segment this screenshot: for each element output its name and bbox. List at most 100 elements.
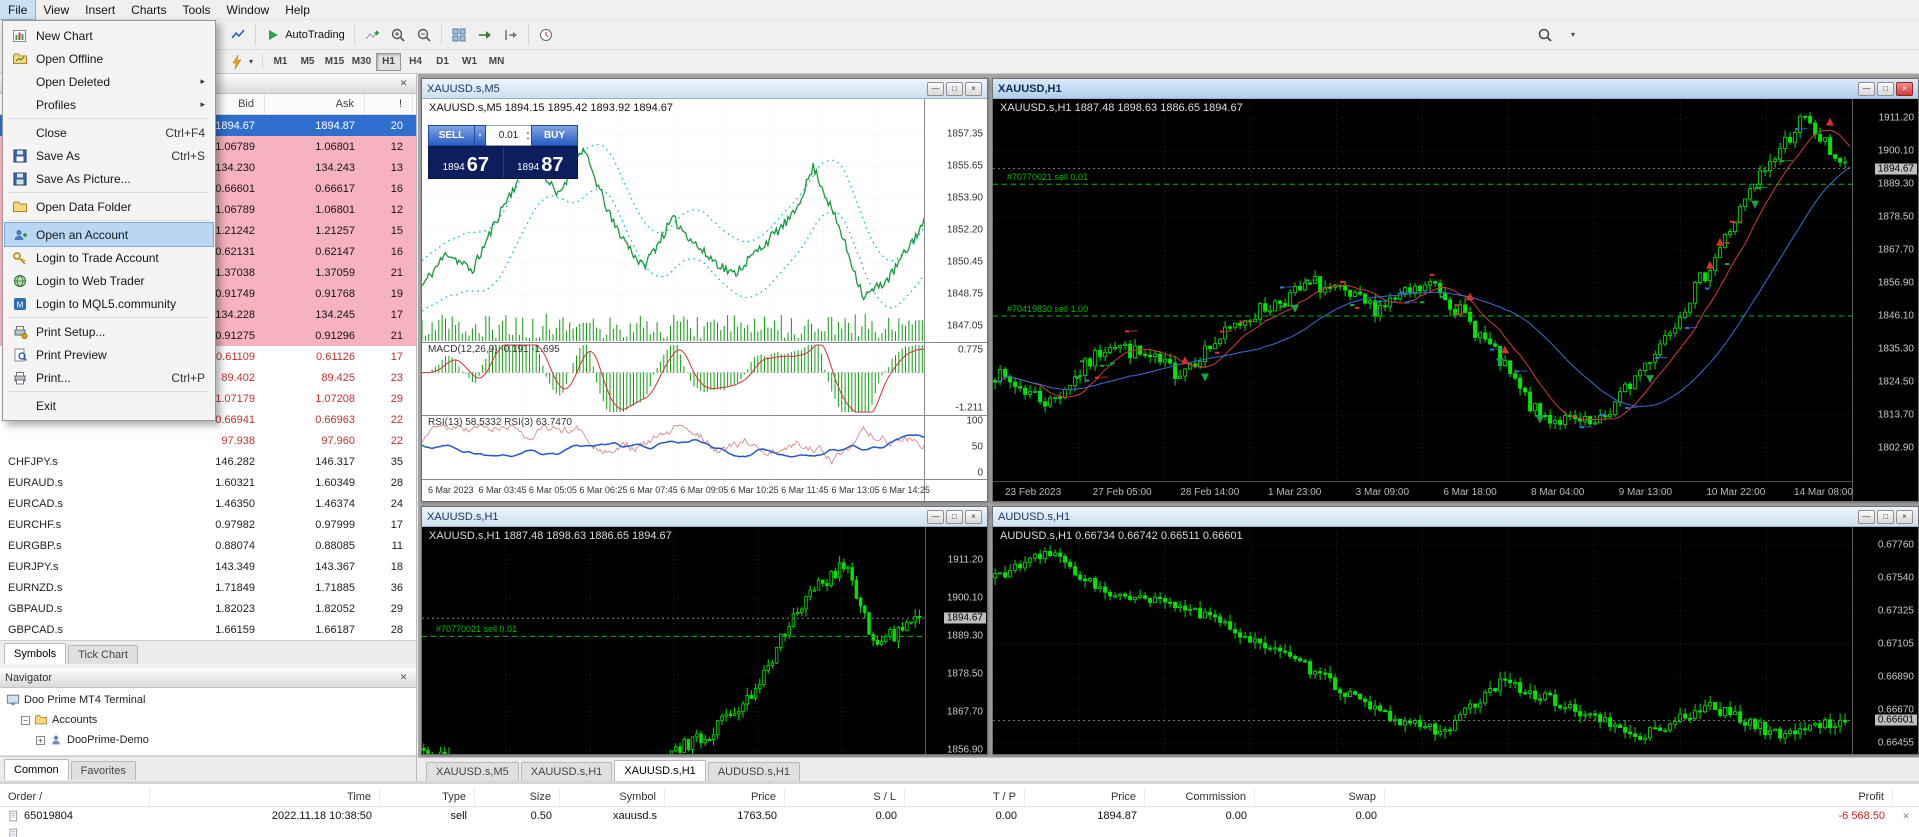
- price-axis[interactable]: 0.677600.675400.673250.671050.668900.666…: [1852, 527, 1918, 754]
- terminal-column-price[interactable]: Price: [1025, 788, 1145, 806]
- autotrading-button[interactable]: AutoTrading: [260, 23, 350, 47]
- nav-item-doo-prime-mt4-terminal[interactable]: Doo Prime MT4 Terminal: [0, 690, 416, 710]
- file-menu-item-profiles[interactable]: Profiles▸: [5, 93, 213, 116]
- timeframe-m15[interactable]: M15: [322, 53, 347, 71]
- chart-titlebar[interactable]: XAUUSD.s,H1—□×: [422, 507, 987, 527]
- nav-item-accounts[interactable]: −Accounts: [0, 710, 416, 730]
- minimize-button[interactable]: —: [927, 510, 944, 524]
- minimize-button[interactable]: —: [927, 82, 944, 96]
- restore-button[interactable]: □: [1877, 510, 1894, 524]
- file-menu-item-open-data-folder[interactable]: Open Data Folder: [5, 195, 213, 218]
- file-menu-item-login-to-trade-account[interactable]: Login to Trade Account: [5, 246, 213, 269]
- pane-separator[interactable]: [422, 415, 987, 416]
- terminal-column-size[interactable]: Size: [475, 788, 560, 806]
- terminal-column-swap[interactable]: Swap: [1255, 788, 1385, 806]
- mw-column-ask[interactable]: Ask: [265, 94, 365, 114]
- price-axis[interactable]: 1911.201900.101889.301878.501867.701856.…: [925, 527, 987, 754]
- close-button[interactable]: ×: [965, 82, 982, 96]
- timeframe-h1[interactable]: H1: [376, 53, 401, 71]
- file-menu-item-print-preview[interactable]: Print Preview: [5, 343, 213, 366]
- navigator-close-icon[interactable]: ✕: [396, 671, 411, 684]
- chart-tab-xauusd-s-h1-2[interactable]: XAUUSD.s,H1: [614, 760, 706, 781]
- terminal-column-profit[interactable]: Profit: [1385, 788, 1893, 806]
- market-watch-row[interactable]: EURJPY.s143.349143.36718: [0, 556, 416, 577]
- file-menu-item-save-as-picture[interactable]: Save As Picture...: [5, 167, 213, 190]
- expand-icon[interactable]: +: [36, 736, 45, 745]
- chart-titlebar[interactable]: AUDUSD.s,H1—□×: [993, 507, 1918, 527]
- timeframe-m5[interactable]: M5: [295, 53, 320, 71]
- market-watch-row[interactable]: 97.93897.96022: [0, 430, 416, 451]
- symbol-quick-button[interactable]: ▾: [224, 50, 258, 74]
- file-menu-item-save-as[interactable]: Save AsCtrl+S: [5, 144, 213, 167]
- market-watch-row[interactable]: EURGBP.s0.880740.8808511: [0, 535, 416, 556]
- market-watch-row[interactable]: GBPCAD.s1.661591.6618728: [0, 619, 416, 640]
- terminal-column-symbol[interactable]: Symbol: [560, 788, 665, 806]
- file-menu-item-print[interactable]: Print...Ctrl+P: [5, 366, 213, 389]
- chart-tab-xauusd-s-h1-1[interactable]: XAUUSD.s,H1: [521, 762, 613, 781]
- menu-help[interactable]: Help: [277, 0, 318, 19]
- price-axis[interactable]: 1857.351855.651853.901852.201850.451848.…: [924, 99, 987, 501]
- menu-insert[interactable]: Insert: [77, 0, 123, 19]
- tab-tick-chart[interactable]: Tick Chart: [68, 645, 138, 664]
- file-menu-item-open-offline[interactable]: Open Offline: [5, 47, 213, 70]
- file-menu-item-print-setup[interactable]: Print Setup...: [5, 320, 213, 343]
- tile-windows-button[interactable]: [446, 23, 472, 47]
- timeframe-m30[interactable]: M30: [349, 53, 374, 71]
- terminal-column-type[interactable]: Type: [380, 788, 475, 806]
- minimize-button[interactable]: —: [1858, 82, 1875, 96]
- restore-button[interactable]: □: [1877, 82, 1894, 96]
- zoom-in-button[interactable]: [385, 23, 411, 47]
- restore-button[interactable]: □: [946, 82, 963, 96]
- sell-options-caret-icon[interactable]: ▾: [475, 125, 486, 146]
- market-watch-row[interactable]: CHFJPY.s146.282146.31735: [0, 451, 416, 472]
- price-axis[interactable]: 1911.201900.101889.301878.501867.701856.…: [1852, 99, 1918, 501]
- terminal-column-time[interactable]: Time: [150, 788, 380, 806]
- chart-titlebar[interactable]: XAUUSD,H1—□×: [993, 79, 1918, 99]
- terminal-column-s-l[interactable]: S / L: [785, 788, 905, 806]
- chart-tab-xauusd-s-m5-0[interactable]: XAUUSD.s,M5: [426, 762, 519, 781]
- terminal-column-order[interactable]: Order /: [0, 788, 150, 806]
- close-button[interactable]: ×: [1896, 510, 1913, 524]
- terminal-column-price[interactable]: Price: [665, 788, 785, 806]
- pane-separator[interactable]: [422, 479, 987, 480]
- timeframe-d1[interactable]: D1: [430, 53, 455, 71]
- menu-file[interactable]: File: [0, 0, 35, 19]
- time-axis[interactable]: 23 Feb 202327 Feb 05:0028 Feb 14:001 Mar…: [993, 481, 1852, 501]
- order-row[interactable]: 650198042022.11.18 10:38:50sell0.50xauus…: [0, 807, 1919, 825]
- market-watch-row[interactable]: EURCHF.s0.979820.9799917: [0, 514, 416, 535]
- menu-tools[interactable]: Tools: [175, 0, 219, 19]
- menu-view[interactable]: View: [35, 0, 77, 19]
- market-watch-close-icon[interactable]: ✕: [396, 77, 411, 90]
- file-menu-item-login-to-web-trader[interactable]: Login to Web Trader: [5, 269, 213, 292]
- tab-symbols[interactable]: Symbols: [4, 643, 66, 664]
- close-position-button[interactable]: ✕: [1893, 811, 1919, 822]
- search-button[interactable]: [1532, 23, 1558, 47]
- restore-button[interactable]: □: [946, 510, 963, 524]
- chart-tab-audusd-s-h1-3[interactable]: AUDUSD.s,H1: [708, 762, 800, 781]
- spinner-down-icon[interactable]: ▼: [526, 136, 530, 142]
- timeframe-h4[interactable]: H4: [403, 53, 428, 71]
- indicators-button[interactable]: [359, 23, 385, 47]
- close-button[interactable]: ×: [965, 510, 982, 524]
- timeframe-w1[interactable]: W1: [457, 53, 482, 71]
- chart-shift-button[interactable]: [498, 23, 524, 47]
- mw-column-[interactable]: !: [365, 94, 413, 114]
- auto-scroll-button[interactable]: [472, 23, 498, 47]
- file-menu-item-login-to-mql5-community[interactable]: MLogin to MQL5.community: [5, 292, 213, 315]
- file-menu-item-new-chart[interactable]: New Chart: [5, 24, 213, 47]
- menu-charts[interactable]: Charts: [123, 0, 174, 19]
- minimize-button[interactable]: —: [1858, 510, 1875, 524]
- toolbar-options-button[interactable]: ▾: [1566, 23, 1580, 47]
- buy-button[interactable]: BUY: [531, 125, 578, 146]
- volume-input[interactable]: 0.01▲▼: [486, 125, 531, 146]
- collapse-icon[interactable]: −: [21, 716, 30, 725]
- pane-separator[interactable]: [422, 342, 987, 343]
- timeframe-mn[interactable]: MN: [484, 53, 509, 71]
- close-button[interactable]: ×: [1896, 82, 1913, 96]
- file-menu-item-open-an-account[interactable]: Open an Account: [5, 223, 213, 246]
- market-watch-row[interactable]: EURCAD.s1.463501.4637424: [0, 493, 416, 514]
- file-menu-item-exit[interactable]: Exit: [5, 394, 213, 417]
- alerts-button[interactable]: [533, 23, 559, 47]
- zoom-out-button[interactable]: [411, 23, 437, 47]
- timeframe-m1[interactable]: M1: [268, 53, 293, 71]
